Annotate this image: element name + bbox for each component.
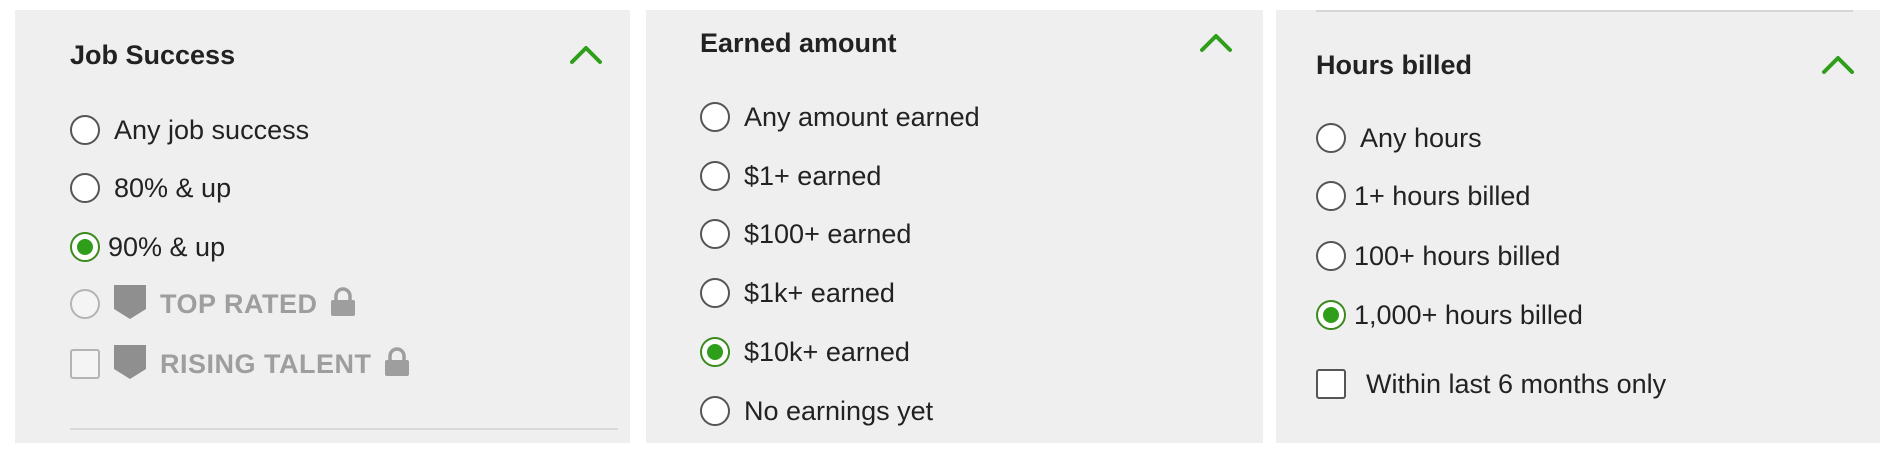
recent-6-months-option[interactable]: Within last 6 months only	[1316, 364, 1666, 404]
rising-talent-label: RISING TALENT	[160, 348, 372, 379]
earned-amount-title: Earned amount	[700, 28, 897, 58]
option-label: 1+ hours billed	[1354, 180, 1531, 211]
option-no-earnings-yet[interactable]: No earnings yet	[700, 391, 933, 431]
option-label: Any job success	[114, 114, 310, 145]
badge-icon	[112, 344, 148, 385]
hours-billed-filter: Hours billed Any hours 1+ hours billed 1…	[1276, 10, 1880, 443]
checkbox-disabled[interactable]	[70, 349, 100, 379]
option-90-and-up[interactable]: 90% & up	[70, 227, 225, 267]
lock-icon	[330, 286, 356, 322]
chevron-up-icon[interactable]	[1820, 52, 1856, 76]
option-any-amount-earned[interactable]: Any amount earned	[700, 97, 980, 137]
option-label: $1k+ earned	[744, 277, 895, 308]
radio-button-disabled[interactable]	[70, 289, 100, 319]
option-1-plus-hours[interactable]: 1+ hours billed	[1316, 176, 1530, 216]
option-label: $1+ earned	[744, 160, 882, 191]
chevron-up-icon[interactable]	[1198, 30, 1234, 54]
radio-button[interactable]	[1316, 181, 1346, 211]
radio-button-selected[interactable]	[700, 337, 730, 367]
option-100-plus-earned[interactable]: $100+ earned	[700, 214, 911, 254]
option-label: 80% & up	[114, 172, 232, 203]
option-label: No earnings yet	[744, 395, 934, 426]
radio-button[interactable]	[700, 219, 730, 249]
divider	[70, 428, 618, 430]
hours-billed-title: Hours billed	[1316, 50, 1473, 80]
top-rated-label: TOP RATED	[160, 288, 318, 319]
option-10k-plus-earned[interactable]: $10k+ earned	[700, 332, 910, 372]
radio-button[interactable]	[700, 396, 730, 426]
radio-button[interactable]	[70, 115, 100, 145]
radio-button[interactable]	[700, 161, 730, 191]
option-80-and-up[interactable]: 80% & up	[70, 168, 231, 208]
option-1-plus-earned[interactable]: $1+ earned	[700, 156, 881, 196]
radio-button-selected[interactable]	[1316, 300, 1346, 330]
radio-button[interactable]	[1316, 241, 1346, 271]
earned-amount-filter: Earned amount Any amount earned $1+ earn…	[646, 10, 1263, 443]
radio-button[interactable]	[70, 173, 100, 203]
badge-icon	[112, 284, 148, 325]
option-any-job-success[interactable]: Any job success	[70, 110, 309, 150]
option-1k-plus-earned[interactable]: $1k+ earned	[700, 273, 895, 313]
lock-icon	[384, 346, 410, 382]
job-success-title: Job Success	[70, 40, 236, 70]
option-100-plus-hours[interactable]: 100+ hours billed	[1316, 236, 1560, 276]
option-label: Any hours	[1360, 122, 1482, 153]
chevron-up-icon[interactable]	[568, 42, 604, 66]
option-1000-plus-hours[interactable]: 1,000+ hours billed	[1316, 295, 1583, 335]
option-label: 100+ hours billed	[1354, 240, 1561, 271]
option-top-rated[interactable]: TOP RATED	[70, 284, 356, 324]
radio-button[interactable]	[1316, 123, 1346, 153]
option-label: $100+ earned	[744, 218, 912, 249]
radio-button-selected[interactable]	[70, 232, 100, 262]
option-label: 90% & up	[108, 231, 226, 262]
option-label: Within last 6 months only	[1366, 368, 1667, 399]
radio-button[interactable]	[700, 102, 730, 132]
option-label: Any amount earned	[744, 101, 980, 132]
option-label: 1,000+ hours billed	[1354, 299, 1583, 330]
option-rising-talent[interactable]: RISING TALENT	[70, 344, 410, 384]
radio-button[interactable]	[700, 278, 730, 308]
option-label: $10k+ earned	[744, 336, 910, 367]
checkbox[interactable]	[1316, 369, 1346, 399]
divider	[1316, 10, 1853, 12]
job-success-filter: Job Success Any job success 80% & up 90%…	[15, 10, 630, 443]
option-any-hours[interactable]: Any hours	[1316, 118, 1482, 158]
